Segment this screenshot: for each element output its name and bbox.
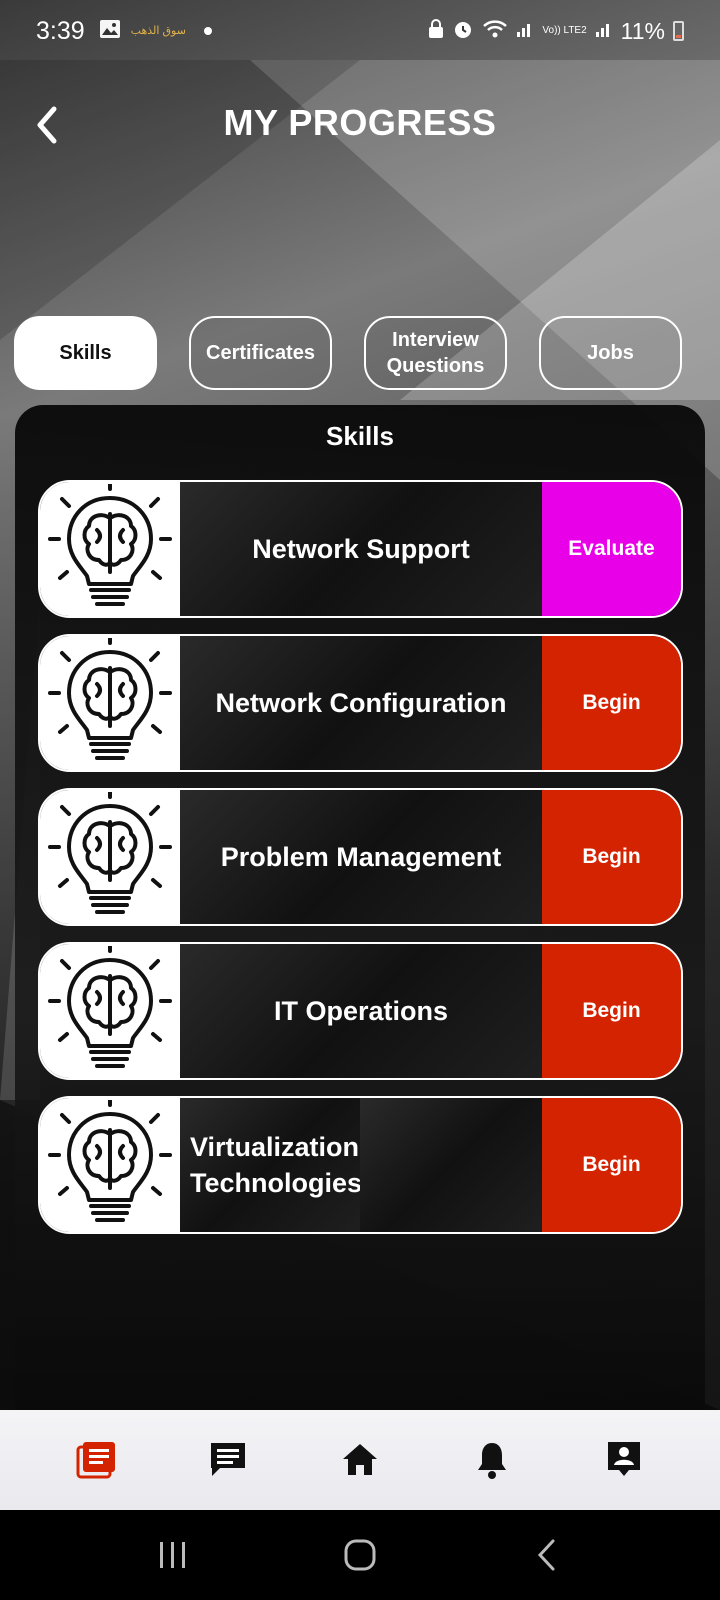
battery-percent: 11%	[620, 17, 665, 44]
skill-card-virtualization-technologies[interactable]: Virtualization Technologies Begin	[38, 1096, 683, 1234]
skills-panel: Skills Network Support Evaluate Network …	[15, 405, 705, 1410]
begin-button[interactable]: Begin	[542, 790, 681, 924]
signal-icon-2	[595, 20, 613, 43]
progress-list-icon	[76, 1442, 115, 1479]
tab-certificates[interactable]: Certificates	[189, 316, 332, 390]
evaluate-button[interactable]: Evaluate	[542, 482, 681, 616]
skill-name: Problem Management	[180, 790, 542, 924]
brain-lightbulb-icon	[40, 482, 180, 616]
nav-chat[interactable]	[198, 1430, 258, 1490]
nav-notifications[interactable]	[462, 1430, 522, 1490]
network-type: Vo)) LTE2	[542, 25, 587, 36]
skill-name: Virtualization Technologies	[180, 1098, 362, 1232]
app-notification-label: سوق الذهب	[130, 24, 186, 37]
status-time: 3:39	[36, 16, 85, 45]
header: MY PROGRESS	[0, 90, 720, 160]
skill-name: IT Operations	[180, 944, 542, 1078]
system-back-button[interactable]	[517, 1530, 577, 1580]
nav-progress[interactable]	[66, 1430, 126, 1490]
bell-icon	[478, 1443, 506, 1479]
recent-apps-button[interactable]	[143, 1530, 203, 1580]
brain-lightbulb-icon	[40, 944, 180, 1078]
begin-button[interactable]: Begin	[542, 944, 681, 1078]
wifi-icon	[482, 19, 508, 44]
page-title: MY PROGRESS	[223, 102, 497, 143]
nav-profile[interactable]	[594, 1430, 654, 1490]
tab-bar: Skills Certificates Interview Questions …	[0, 316, 720, 392]
nav-home[interactable]	[330, 1430, 390, 1490]
panel-title: Skills	[326, 421, 394, 451]
skill-card-problem-management[interactable]: Problem Management Begin	[38, 788, 683, 926]
system-nav-bar	[0, 1510, 720, 1600]
bottom-nav	[0, 1410, 720, 1510]
gallery-icon	[99, 19, 121, 44]
chat-icon	[211, 1443, 245, 1476]
signal-icon	[516, 20, 534, 43]
status-bar: 3:39 سوق الذهب Vo)) LTE2 11%	[0, 0, 720, 62]
notification-dot	[203, 27, 212, 35]
alarm-icon	[452, 18, 474, 45]
tab-jobs[interactable]: Jobs	[539, 316, 682, 390]
brain-lightbulb-icon	[40, 790, 180, 924]
profile-icon	[608, 1442, 640, 1476]
home-system-button[interactable]	[330, 1530, 390, 1580]
skill-name: Network Configuration	[180, 636, 542, 770]
lock-icon	[428, 18, 444, 44]
skill-card-it-operations[interactable]: IT Operations Begin	[38, 942, 683, 1080]
skill-name-spacer	[360, 1098, 542, 1232]
tab-interview-questions[interactable]: Interview Questions	[364, 316, 507, 390]
begin-button[interactable]: Begin	[542, 636, 681, 770]
home-circle-icon	[344, 1539, 376, 1571]
back-arrow-icon	[537, 1539, 555, 1571]
skill-card-network-configuration[interactable]: Network Configuration Begin	[38, 634, 683, 772]
recent-apps-icon	[160, 1542, 186, 1568]
skill-card-network-support[interactable]: Network Support Evaluate	[38, 480, 683, 618]
skill-name: Network Support	[180, 482, 542, 616]
tab-skills[interactable]: Skills	[14, 316, 157, 390]
brain-lightbulb-icon	[40, 1098, 180, 1232]
battery-icon	[673, 21, 684, 41]
brain-lightbulb-icon	[40, 636, 180, 770]
home-icon	[343, 1444, 377, 1475]
begin-button[interactable]: Begin	[542, 1098, 681, 1232]
